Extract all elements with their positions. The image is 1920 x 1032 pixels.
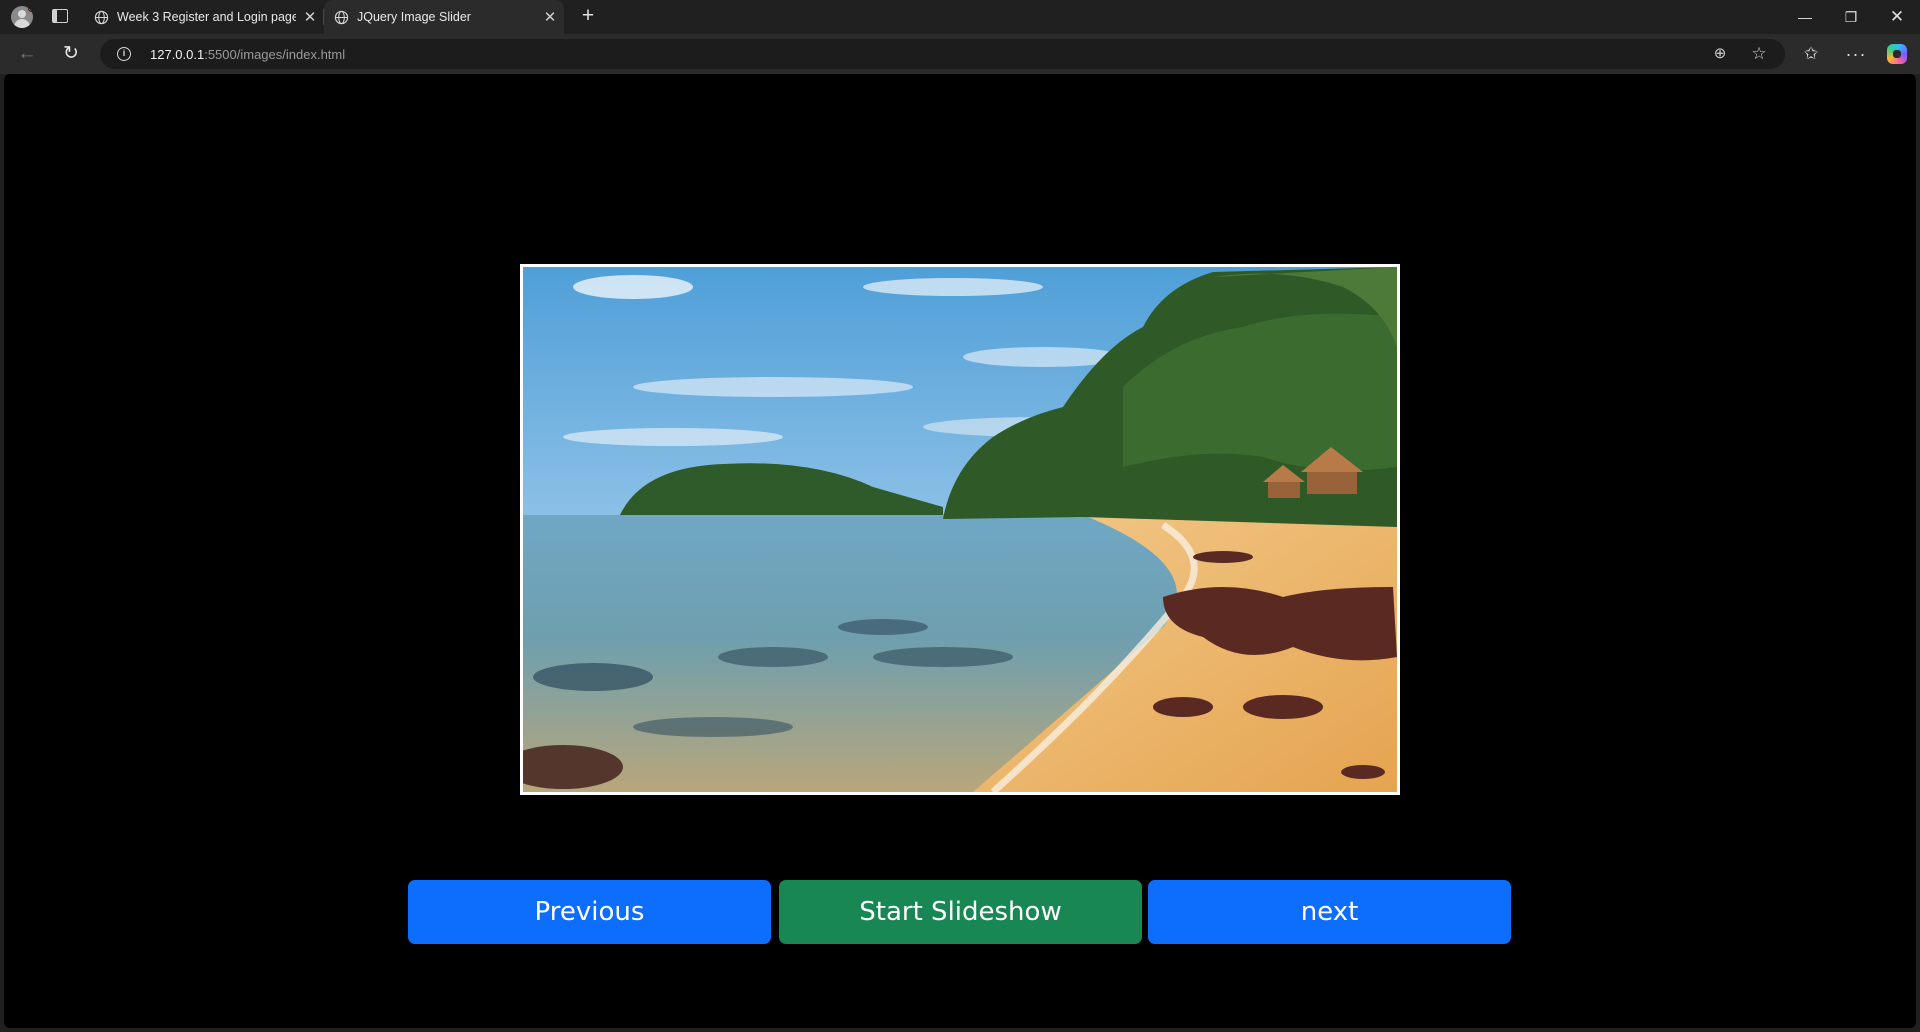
copilot-icon[interactable] (1887, 44, 1907, 64)
address-bar[interactable]: i 127.0.0.1:5500/images/index.html ⊕ ☆ (100, 39, 1785, 69)
plus-icon[interactable]: + (576, 5, 600, 29)
previous-button[interactable]: Previous (408, 880, 771, 944)
slide-image (523, 267, 1397, 792)
info-icon[interactable]: i (117, 47, 131, 61)
close-icon[interactable]: ✕ (296, 8, 324, 26)
zoom-icon[interactable]: ⊕ (1709, 43, 1731, 65)
window-close-icon[interactable]: ✕ (1874, 0, 1920, 34)
globe-icon (94, 10, 109, 24)
start-slideshow-button[interactable]: Start Slideshow (779, 880, 1142, 944)
tab-week3-register[interactable]: Week 3 Register and Login page ✕ (84, 0, 324, 34)
tab-jquery-image-slider[interactable]: JQuery Image Slider ✕ (324, 0, 564, 34)
url-path: :5500/images/index.html (204, 47, 346, 62)
slider-image-frame (520, 264, 1400, 795)
globe-icon (334, 10, 349, 24)
tab-actions-icon[interactable] (52, 9, 68, 23)
url-host: 127.0.0.1 (150, 47, 205, 62)
browser-toolbar: ← ↻ i 127.0.0.1:5500/images/index.html ⊕… (0, 34, 1920, 74)
back-arrow-icon[interactable]: ← (13, 40, 41, 68)
favorites-icon[interactable]: ✩ (1797, 40, 1825, 68)
more-icon[interactable]: ··· (1842, 40, 1870, 68)
profile-avatar-icon[interactable] (11, 6, 33, 28)
tab-title: JQuery Image Slider (357, 10, 471, 24)
tab-title: Week 3 Register and Login page (117, 10, 296, 24)
close-icon[interactable]: ✕ (536, 8, 564, 26)
title-bar: Week 3 Register and Login page ✕ JQuery … (0, 0, 1920, 34)
minimize-icon[interactable]: — (1782, 0, 1828, 34)
next-button[interactable]: next (1148, 880, 1511, 944)
reload-icon[interactable]: ↻ (57, 40, 85, 68)
url-text[interactable]: 127.0.0.1:5500/images/index.html (150, 47, 345, 62)
page-viewport: Previous Start Slideshow next (4, 74, 1916, 1028)
restore-icon[interactable]: ❐ (1828, 0, 1874, 34)
star-icon[interactable]: ☆ (1748, 43, 1770, 65)
